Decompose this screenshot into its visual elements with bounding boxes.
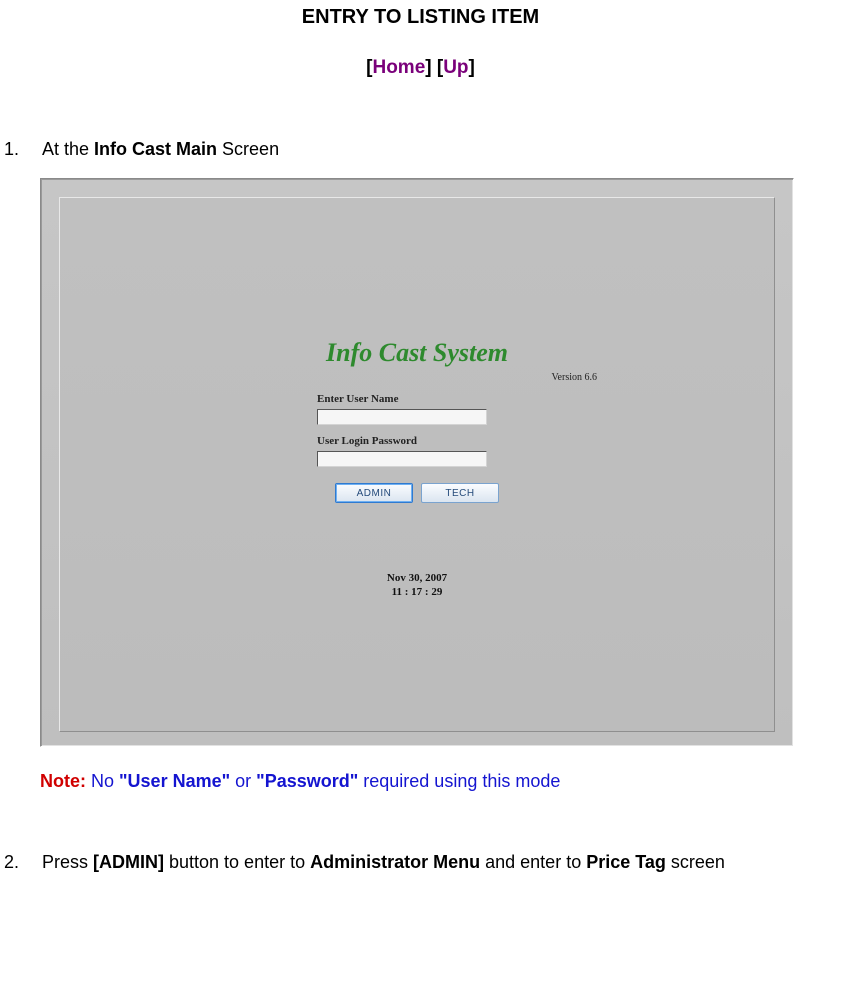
login-panel: Info Cast System Version 6.6 Enter User … [59, 197, 775, 732]
text: and enter to [480, 852, 586, 872]
note-text: No [86, 771, 119, 791]
text-bold: Info Cast Main [94, 139, 217, 159]
home-link[interactable]: Home [372, 57, 425, 78]
step-number: 2. [0, 852, 42, 873]
breadcrumb: [Home] [Up] [0, 57, 841, 79]
text-bold: [ADMIN] [93, 852, 164, 872]
note-bold: "User Name" [119, 771, 230, 791]
text: At the [42, 139, 94, 159]
text-bold: Administrator Menu [310, 852, 480, 872]
text: screen [666, 852, 725, 872]
text-bold: Price Tag [586, 852, 666, 872]
datetime-display: Nov 30, 2007 11 : 17 : 29 [60, 571, 774, 600]
note: Note: No "User Name" or "Password" requi… [0, 771, 841, 792]
bracket-close: ] [425, 57, 431, 78]
bracket-close: ] [469, 57, 475, 78]
step-text: Press [ADMIN] button to enter to Adminis… [42, 852, 841, 873]
login-form: Enter User Name User Login Password ADMI… [317, 393, 517, 503]
date-text: Nov 30, 2007 [60, 571, 774, 585]
page-title: ENTRY TO LISTING ITEM [0, 6, 841, 29]
time-text: 11 : 17 : 29 [60, 585, 774, 599]
note-prefix: Note: [40, 771, 86, 791]
step-1: 1. At the Info Cast Main Screen [0, 139, 841, 160]
step-2: 2. Press [ADMIN] button to enter to Admi… [0, 852, 841, 873]
admin-button[interactable]: ADMIN [335, 483, 413, 503]
text: button to enter to [164, 852, 310, 872]
text: Press [42, 852, 93, 872]
version-label: Version 6.6 [237, 372, 597, 383]
note-bold: "Password" [256, 771, 358, 791]
password-label: User Login Password [317, 435, 517, 447]
up-link[interactable]: Up [443, 57, 468, 78]
app-title: Info Cast System [60, 338, 774, 368]
step-text: At the Info Cast Main Screen [42, 139, 841, 160]
note-text: required using this mode [358, 771, 560, 791]
tech-button[interactable]: TECH [421, 483, 499, 503]
password-input[interactable] [317, 451, 487, 467]
note-text: or [230, 771, 256, 791]
username-input[interactable] [317, 409, 487, 425]
step-number: 1. [0, 139, 42, 160]
text: Screen [217, 139, 279, 159]
login-screenshot: Info Cast System Version 6.6 Enter User … [40, 178, 794, 747]
username-label: Enter User Name [317, 393, 517, 405]
